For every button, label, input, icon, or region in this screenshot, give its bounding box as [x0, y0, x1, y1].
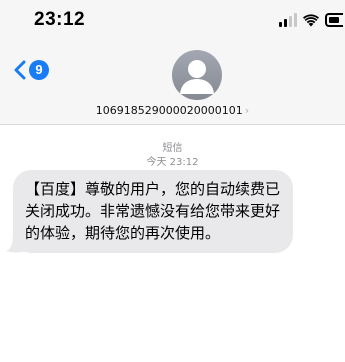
message-timestamp: 今天 23:12 — [146, 157, 199, 168]
person-icon — [180, 60, 214, 94]
cellular-signal-icon — [279, 13, 297, 27]
conversation-header: 23:12 9 106918529000020000101 › — [0, 0, 345, 125]
status-icons — [279, 11, 343, 27]
contact-avatar[interactable] — [172, 50, 222, 100]
chevron-left-icon — [14, 60, 26, 80]
contact-number: 106918529000020000101 — [95, 104, 243, 117]
contact-name-button[interactable]: 106918529000020000101 › — [0, 104, 345, 117]
chevron-right-icon: › — [244, 104, 250, 117]
unread-count-badge: 9 — [29, 60, 49, 80]
battery-icon — [325, 13, 343, 27]
message-bubble[interactable]: 【百度】尊敬的用户，您的自动续费已关闭成功。非常遗憾没有给您带来更好的体验，期待… — [6, 170, 293, 253]
wifi-icon — [303, 14, 319, 27]
status-time: 23:12 — [34, 9, 86, 30]
message-type-label: 短信 — [162, 143, 183, 154]
message-text: 【百度】尊敬的用户，您的自动续费已关闭成功。非常遗憾没有给您带来更好的体验，期待… — [13, 170, 293, 253]
back-button[interactable]: 9 — [14, 60, 49, 80]
